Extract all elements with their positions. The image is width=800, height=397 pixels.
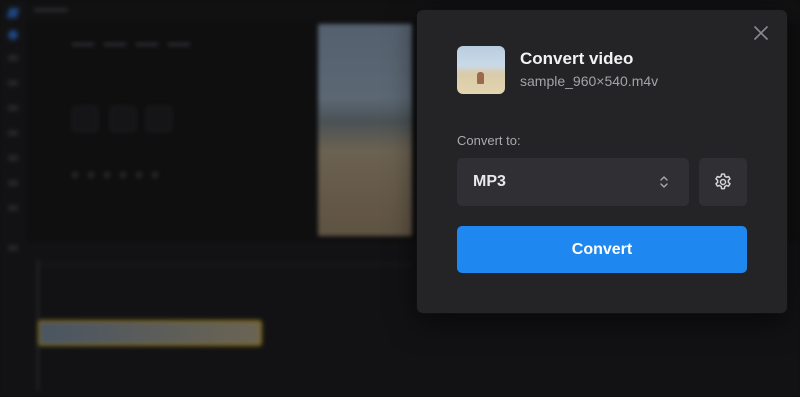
video-thumbnail xyxy=(457,46,505,94)
close-icon xyxy=(754,26,768,40)
format-select[interactable]: MP3 xyxy=(457,158,689,206)
editor-controls xyxy=(72,165,168,183)
editor-tool-button xyxy=(110,106,136,132)
dialog-title: Convert video xyxy=(520,49,634,68)
rail-item xyxy=(8,105,18,111)
close-button[interactable] xyxy=(753,25,769,41)
editor-tool-button xyxy=(146,106,172,132)
gear-icon xyxy=(715,173,731,190)
format-settings-button[interactable] xyxy=(699,158,747,206)
convert-to-label: Convert to: xyxy=(457,133,521,148)
editor-tool-button xyxy=(72,106,98,132)
file-name: sample_960×540.m4v xyxy=(520,73,659,89)
rail-item xyxy=(8,80,18,86)
left-rail xyxy=(0,0,26,397)
app-logo xyxy=(6,8,20,18)
rail-item xyxy=(8,180,18,186)
convert-button[interactable]: Convert xyxy=(457,226,747,273)
chevron-up-down-icon xyxy=(660,176,668,188)
editor-tabs xyxy=(72,33,200,51)
thumbnail-figure xyxy=(477,72,484,84)
rail-item xyxy=(8,245,18,251)
rail-item xyxy=(8,55,18,61)
rail-active-dot xyxy=(8,30,18,40)
rail-item xyxy=(8,155,18,161)
editor-title-placeholder xyxy=(34,8,68,12)
timeline-clip xyxy=(38,320,262,346)
format-select-value: MP3 xyxy=(473,173,506,190)
convert-dialog: Convert video sample_960×540.m4v Convert… xyxy=(417,10,787,313)
rail-item xyxy=(8,205,18,211)
rail-item xyxy=(8,130,18,136)
timeline-ruler xyxy=(40,264,410,269)
video-preview xyxy=(318,24,412,236)
